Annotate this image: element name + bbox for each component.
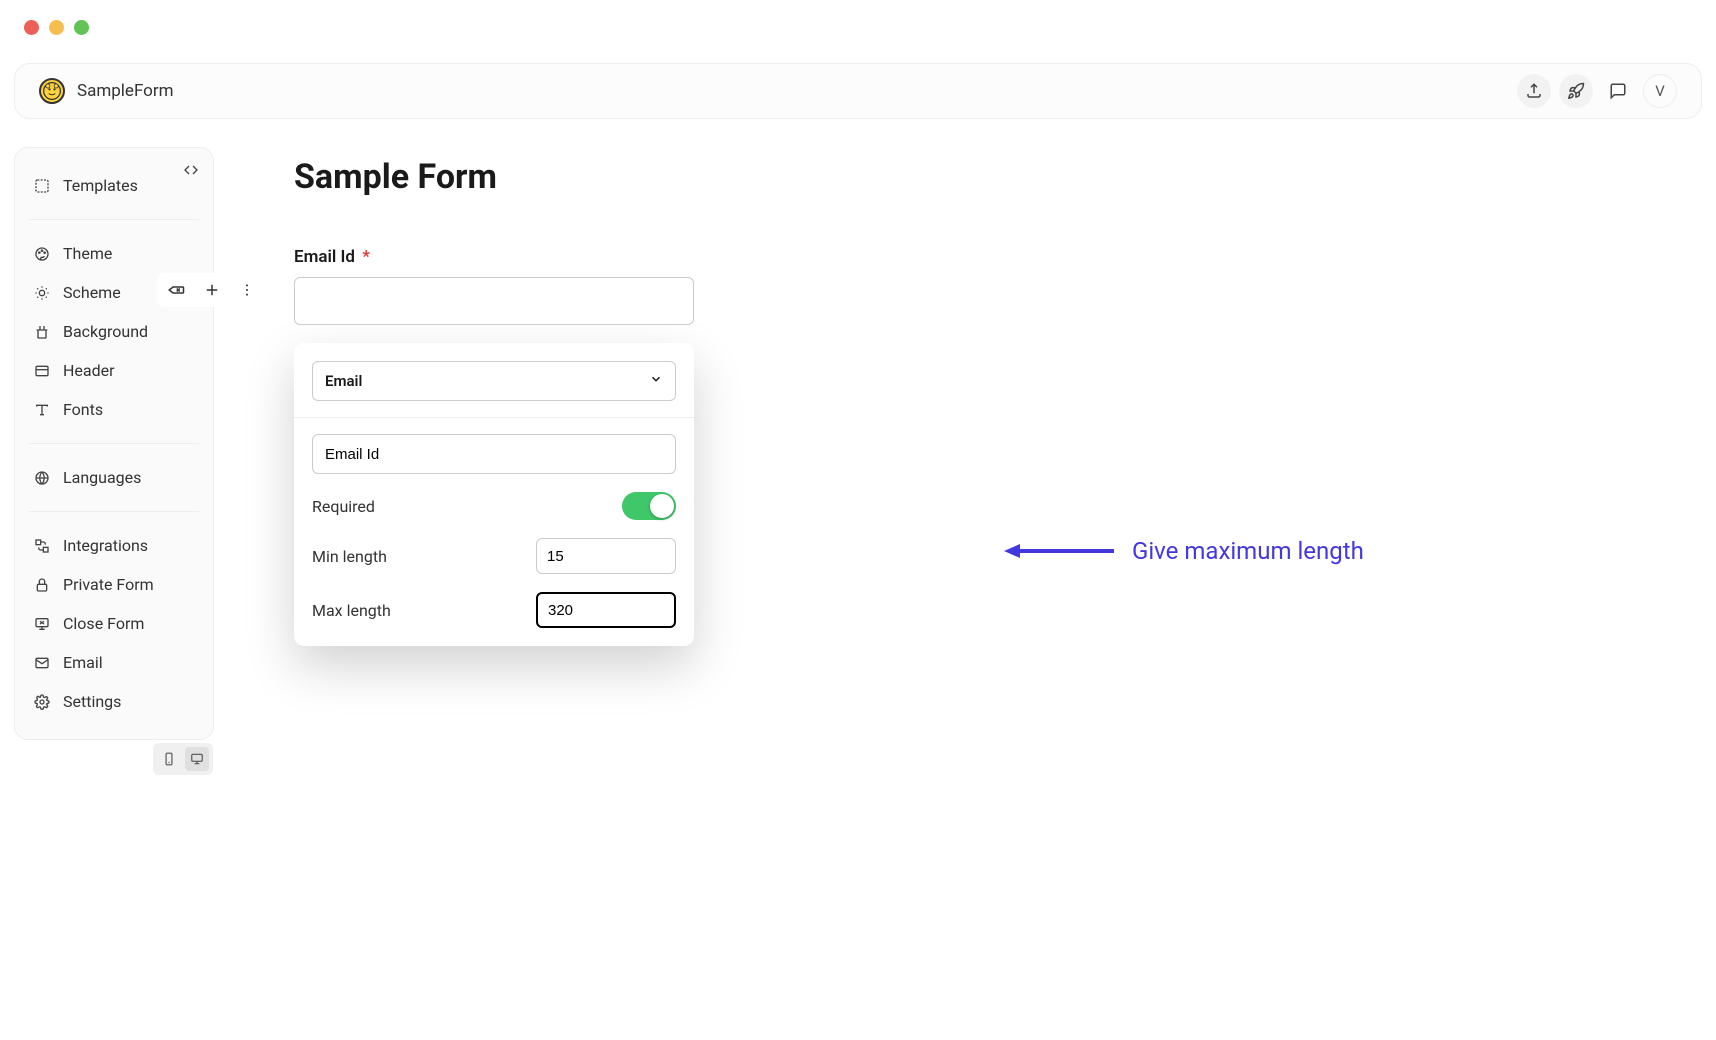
mail-icon <box>33 655 51 671</box>
sidebar-item-languages[interactable]: Languages <box>23 458 205 497</box>
delete-action[interactable] <box>167 281 185 299</box>
sidebar-item-label: Theme <box>63 244 112 263</box>
integrations-icon <box>33 538 51 554</box>
divider <box>29 219 199 220</box>
brush-icon <box>33 324 51 340</box>
divider <box>294 417 694 418</box>
max-length-input[interactable] <box>536 592 676 628</box>
publish-button[interactable] <box>1559 74 1593 108</box>
share-button[interactable] <box>1517 74 1551 108</box>
form-title: Sample Form <box>294 157 1652 197</box>
palette-icon <box>33 246 51 262</box>
divider <box>29 443 199 444</box>
viewport-toggle <box>153 743 213 775</box>
sidebar-item-label: Header <box>63 361 115 380</box>
type-icon <box>33 402 51 418</box>
sidebar-item-label: Languages <box>63 468 141 487</box>
sidebar-item-email[interactable]: Email <box>23 643 205 682</box>
sidebar-item-label: Settings <box>63 692 121 711</box>
min-length-label: Min length <box>312 547 387 566</box>
required-toggle[interactable] <box>622 492 676 520</box>
annotation-text: Give maximum length <box>1132 537 1364 565</box>
lock-icon <box>33 577 51 593</box>
min-length-input[interactable] <box>536 538 676 574</box>
form-canvas: Sample Form Email Id * Email Required <box>244 147 1702 656</box>
sidebar-item-integrations[interactable]: Integrations <box>23 526 205 565</box>
topbar-left: SampleForm <box>39 78 174 104</box>
sidebar-item-background[interactable]: Background <box>23 312 205 351</box>
app-logo <box>39 78 65 104</box>
header-icon <box>33 363 51 379</box>
monitor-x-icon <box>33 616 51 632</box>
toggle-knob <box>650 494 674 518</box>
field-settings-popover: Email Required Min length Max length <box>294 343 694 646</box>
close-window-button[interactable] <box>24 20 39 35</box>
max-length-label: Max length <box>312 601 391 620</box>
sidebar-item-private-form[interactable]: Private Form <box>23 565 205 604</box>
add-action[interactable] <box>203 281 221 299</box>
required-label: Required <box>312 497 375 516</box>
sidebar: Templates Theme Scheme <box>14 147 214 740</box>
sidebar-item-label: Private Form <box>63 575 154 594</box>
viewport-desktop-button[interactable] <box>185 747 209 771</box>
email-field-input[interactable] <box>294 277 694 325</box>
comment-button[interactable] <box>1601 74 1635 108</box>
sidebar-item-templates[interactable]: Templates <box>23 166 205 205</box>
max-length-row: Max length <box>312 592 676 628</box>
sidebar-item-label: Background <box>63 322 148 341</box>
field-type-selected: Email <box>325 372 362 390</box>
maximize-window-button[interactable] <box>74 20 89 35</box>
minimize-window-button[interactable] <box>49 20 64 35</box>
main-area: Templates Theme Scheme <box>0 127 1716 760</box>
required-asterisk: * <box>362 247 370 267</box>
required-row: Required <box>312 492 676 520</box>
sidebar-item-label: Email <box>63 653 103 672</box>
arrow-icon <box>1004 541 1114 561</box>
chevron-down-icon <box>649 372 663 390</box>
globe-icon <box>33 470 51 486</box>
viewport-mobile-button[interactable] <box>157 747 181 771</box>
field-type-select[interactable]: Email <box>312 361 676 401</box>
min-length-row: Min length <box>312 538 676 574</box>
sidebar-item-label: Scheme <box>63 283 121 302</box>
sidebar-item-label: Templates <box>63 176 138 195</box>
form-field: Email Id * <box>294 247 1652 325</box>
sidebar-item-theme[interactable]: Theme <box>23 234 205 273</box>
sidebar-item-scheme[interactable]: Scheme <box>23 273 205 312</box>
field-label-input[interactable] <box>312 434 676 474</box>
sun-icon <box>33 285 51 301</box>
gear-icon <box>33 694 51 710</box>
topbar-right: V <box>1517 74 1677 108</box>
field-label: Email Id * <box>294 247 1652 267</box>
window-traffic-lights <box>0 0 1716 55</box>
app-title: SampleForm <box>77 81 174 101</box>
sidebar-item-fonts[interactable]: Fonts <box>23 390 205 429</box>
annotation: Give maximum length <box>1004 537 1364 565</box>
divider <box>29 511 199 512</box>
sidebar-item-header[interactable]: Header <box>23 351 205 390</box>
templates-icon <box>33 178 51 194</box>
sidebar-item-label: Integrations <box>63 536 148 555</box>
sidebar-item-label: Fonts <box>63 400 103 419</box>
sidebar-item-label: Close Form <box>63 614 144 633</box>
topbar: SampleForm V <box>14 63 1702 119</box>
sidebar-item-close-form[interactable]: Close Form <box>23 604 205 643</box>
sidebar-item-settings[interactable]: Settings <box>23 682 205 721</box>
user-avatar[interactable]: V <box>1643 74 1677 108</box>
